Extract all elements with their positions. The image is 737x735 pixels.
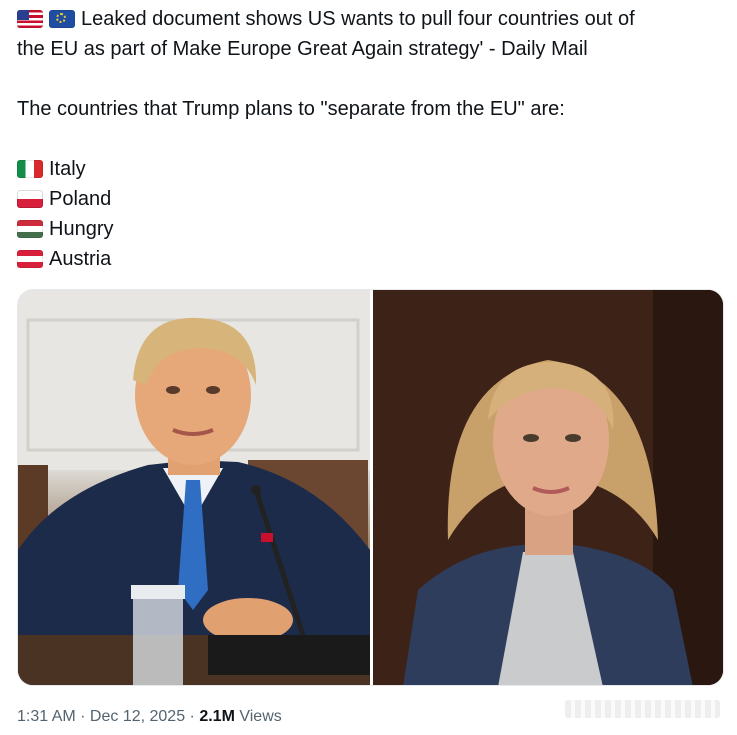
photo-man-in-suit[interactable] [18,290,370,685]
us-flag-icon [17,10,43,28]
hungary-flag-icon [17,220,43,238]
country-poland: Poland [17,184,727,214]
eu-flag-icon [49,10,75,28]
country-name: Italy [49,158,86,180]
tweet-date[interactable]: Dec 12, 2025 [90,708,185,725]
country-austria: Austria [17,244,727,274]
country-name: Hungry [49,218,114,240]
photo-woman-illustration [373,290,723,685]
photo-woman-blonde[interactable] [373,290,723,685]
tweet-time[interactable]: 1:31 AM [17,708,76,725]
photo-man-illustration [18,290,370,685]
media-grid[interactable] [17,289,724,686]
italy-flag-icon [17,160,43,178]
views-count: 2.1M [199,708,235,725]
tweet-text: Leaked document shows US wants to pull f… [17,4,727,274]
tweet-meta: 1:31 AM · Dec 12, 2025 · 2.1M Views [17,708,282,725]
redacted-area [565,700,720,718]
country-name: Poland [49,188,112,210]
country-italy: Italy [17,154,727,184]
austria-flag-icon [17,250,43,268]
headline-line-1: Leaked document shows US wants to pull f… [17,4,727,34]
country-name: Austria [49,248,112,270]
views-label: Views [234,708,282,725]
poland-flag-icon [17,190,43,208]
headline-line-2: the EU as part of Make Europe Great Agai… [17,38,588,60]
headline-text-1: Leaked document shows US wants to pull f… [81,8,635,30]
intro-text: The countries that Trump plans to "separ… [17,98,565,120]
country-hungary: Hungry [17,214,727,244]
tweet: Leaked document shows US wants to pull f… [0,0,737,735]
